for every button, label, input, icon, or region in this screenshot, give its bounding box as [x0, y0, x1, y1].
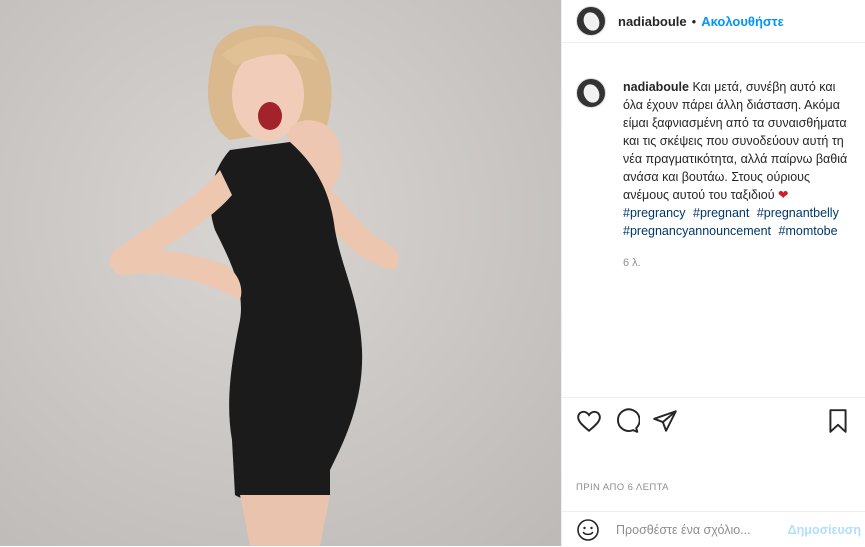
caption-avatar[interactable]: [576, 78, 606, 108]
publish-button[interactable]: Δημοσίευση: [788, 523, 861, 537]
hashtag-link[interactable]: #momtobe: [779, 224, 838, 238]
post-photo[interactable]: [0, 0, 561, 546]
separator-dot: •: [691, 13, 697, 29]
heart-icon[interactable]: [576, 408, 602, 434]
hashtag-link[interactable]: #pregrancy: [623, 206, 686, 220]
post-header: nadiaboule • Ακολουθήστε: [562, 0, 865, 43]
comment-bar: Δημοσίευση: [562, 511, 865, 547]
bookmark-icon[interactable]: [825, 408, 851, 434]
header-username[interactable]: nadiaboule: [618, 14, 687, 29]
caption-timestamp[interactable]: 6 λ.: [623, 254, 853, 272]
comment-input[interactable]: [614, 521, 778, 538]
caption-text: Και μετά, συνέβη αυτό και όλα έχουν πάρε…: [623, 80, 848, 202]
post-age[interactable]: ΠΡΙΝ ΑΠΟ 6 ΛΕΠΤΑ: [576, 482, 669, 493]
comment-icon[interactable]: [614, 408, 640, 434]
hashtag-link[interactable]: #pregnantbelly: [757, 206, 839, 220]
post-side-panel: nadiaboule • Ακολουθήστε nadiaboule Και …: [561, 0, 865, 546]
post-photo-illustration: [0, 0, 561, 546]
caption-block: nadiaboule Και μετά, συνέβη αυτό και όλα…: [576, 78, 853, 272]
actions-divider: [562, 397, 865, 398]
caption-username[interactable]: nadiaboule: [623, 80, 689, 94]
emoji-icon[interactable]: [576, 518, 600, 542]
hashtags: #pregrancy #pregnant #pregnantbelly #pre…: [623, 204, 853, 240]
avatar[interactable]: [576, 6, 606, 36]
hashtag-link[interactable]: #pregnancyannouncement: [623, 224, 771, 238]
caption: nadiaboule Και μετά, συνέβη αυτό και όλα…: [623, 78, 853, 272]
red-heart-emoji-icon: ❤: [778, 188, 789, 202]
instagram-post: nadiaboule • Ακολουθήστε nadiaboule Και …: [0, 0, 865, 546]
hashtag-link[interactable]: #pregnant: [693, 206, 749, 220]
share-icon[interactable]: [652, 408, 678, 434]
follow-button[interactable]: Ακολουθήστε: [701, 14, 784, 29]
action-bar: [576, 408, 851, 434]
